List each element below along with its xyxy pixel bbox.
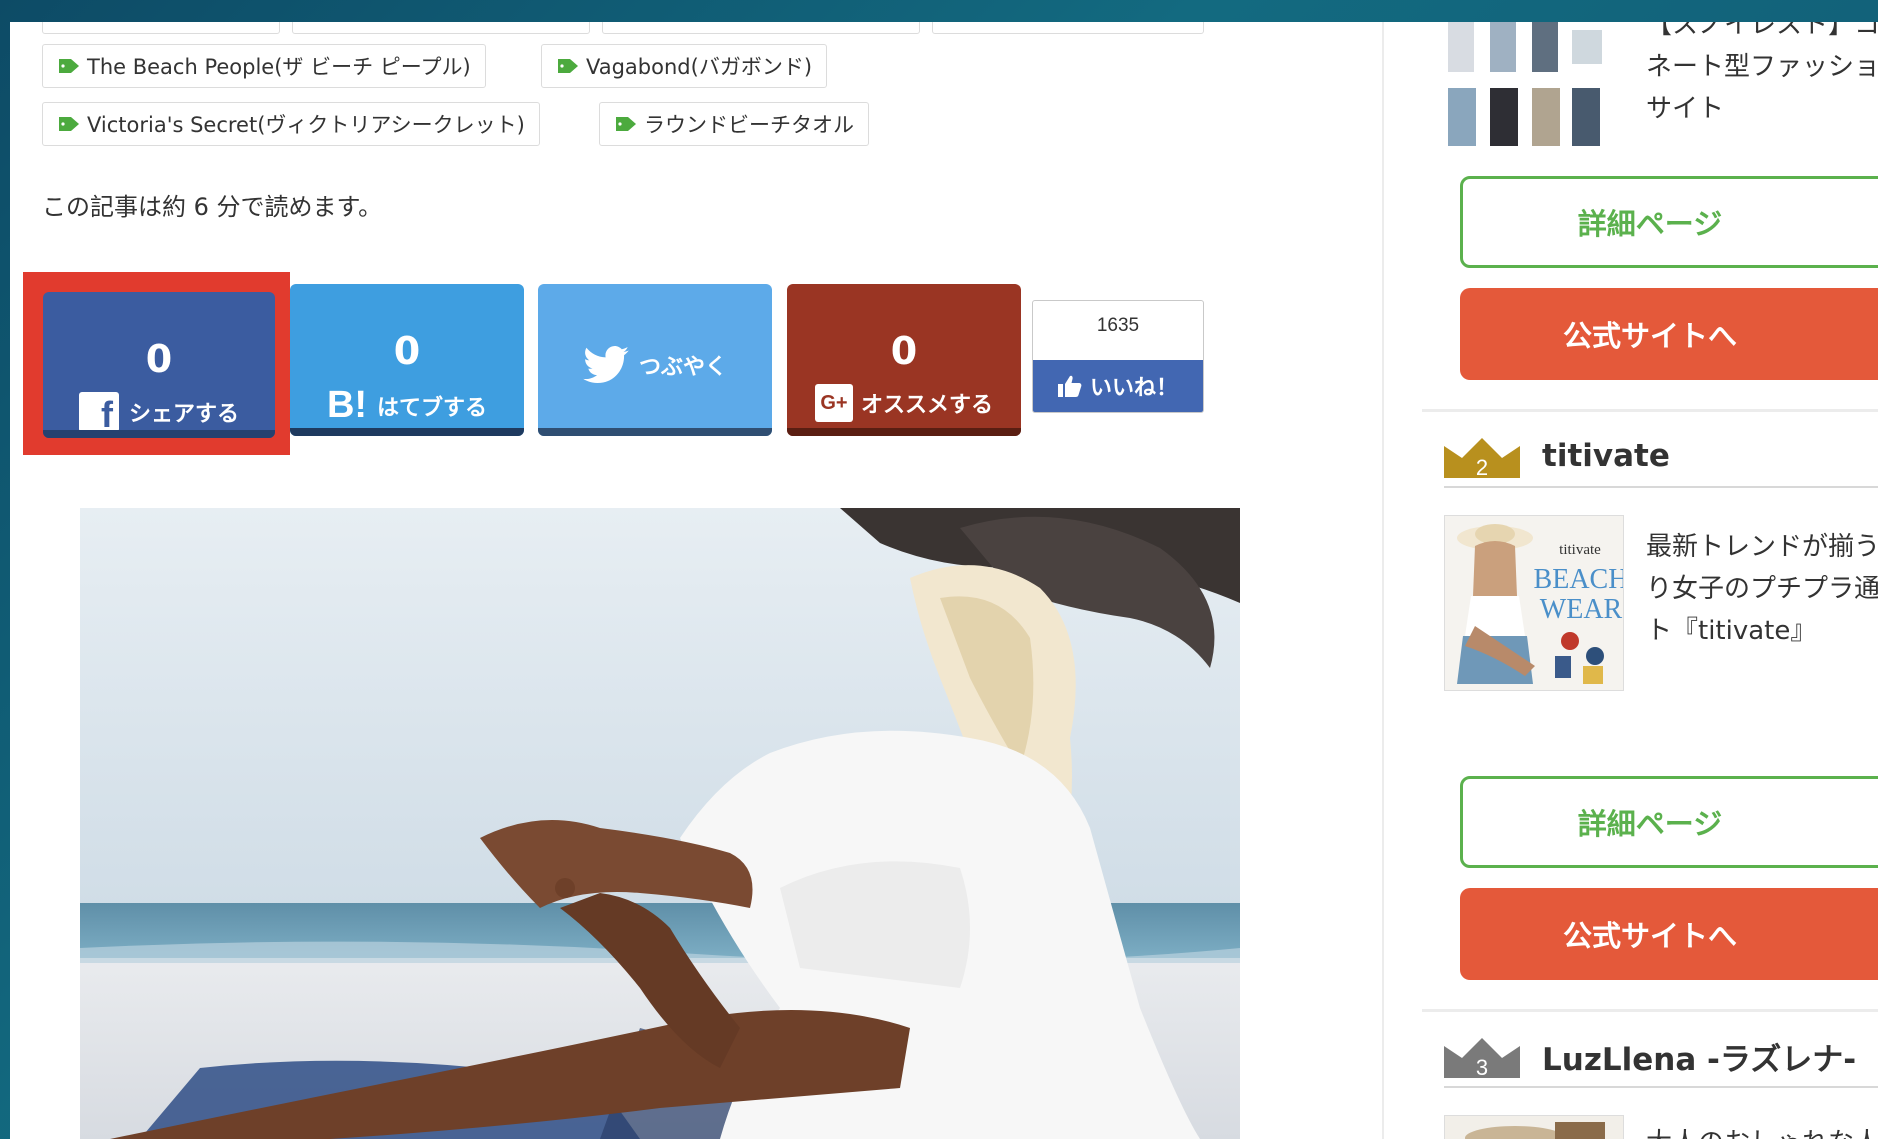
item-separator xyxy=(1422,1009,1878,1012)
share-count: 0 xyxy=(393,329,421,373)
share-count: 0 xyxy=(145,337,173,381)
tag-icon xyxy=(616,117,636,131)
product-thumbnail[interactable] xyxy=(1444,22,1624,152)
read-time: この記事は約 6 分で読めます。 xyxy=(42,193,383,221)
product-description: 大人のおしゃれな人 xyxy=(1646,1122,1878,1139)
share-label: シェアする xyxy=(128,402,239,427)
crown-rank-3-icon: 3 xyxy=(1444,1038,1520,1080)
thumb-brand: titivate xyxy=(1559,542,1601,558)
facebook-like-widget[interactable]: 1635 いいね！ xyxy=(1032,300,1204,413)
product-thumbnail[interactable]: titivate BEACH WEAR xyxy=(1444,515,1624,691)
twitter-tweet-button[interactable]: つぶやく xyxy=(538,284,772,436)
official-site-button[interactable]: 公式サイトへ xyxy=(1460,888,1878,980)
like-count: 1635 xyxy=(1096,315,1140,336)
share-label: はてブする xyxy=(377,395,488,421)
detail-page-button[interactable]: 詳細ページ xyxy=(1460,176,1878,268)
tag-link[interactable] xyxy=(42,22,280,34)
facebook-share-button[interactable]: 0 f シェアする xyxy=(43,292,275,438)
tag-link[interactable] xyxy=(932,22,1204,34)
tag-icon xyxy=(59,117,79,131)
tag-label: Victoria's Secret(ヴィクトリアシークレット) xyxy=(87,113,525,137)
thumbs-up-icon xyxy=(1057,375,1082,397)
detail-page-button[interactable]: 詳細ページ xyxy=(1460,776,1878,868)
product-name[interactable]: LuzLlena -ラズレナ- xyxy=(1542,1034,1856,1079)
google-plus-button[interactable]: 0 G+ オススメする xyxy=(787,284,1021,436)
tag-icon xyxy=(59,59,79,73)
facebook-icon: f xyxy=(78,392,119,435)
tag-link[interactable] xyxy=(602,22,920,34)
tag-label: Vagabond(バガボンド) xyxy=(586,55,813,79)
hatena-bookmark-icon: B! xyxy=(326,384,368,426)
article-hero-image xyxy=(80,508,1240,1139)
crown-rank-2-icon: 2 xyxy=(1444,438,1520,480)
tag-victorias-secret[interactable]: Victoria's Secret(ヴィクトリアシークレット) xyxy=(42,102,540,146)
google-plus-icon: G+ xyxy=(814,384,853,422)
rank-number: 2 xyxy=(1476,455,1488,480)
like-label: いいね！ xyxy=(1089,376,1178,401)
browser-viewport: The Beach People(ザ ビーチ ピープル) Vagabond(バガ… xyxy=(10,22,1878,1139)
tag-the-beach-people[interactable]: The Beach People(ザ ビーチ ピープル) xyxy=(42,44,486,88)
rank-number: 3 xyxy=(1476,1055,1488,1080)
rank-heading: 3 LuzLlena -ラズレナ- xyxy=(1444,1026,1856,1086)
article-main: The Beach People(ザ ビーチ ピープル) Vagabond(バガ… xyxy=(10,22,1380,1139)
rank-heading: 2 titivate xyxy=(1444,426,1670,486)
product-name[interactable]: titivate xyxy=(1542,438,1670,474)
tag-vagabond[interactable]: Vagabond(バガボンド) xyxy=(541,44,828,88)
share-label: オススメする xyxy=(860,393,993,418)
item-separator xyxy=(1422,409,1878,412)
share-label: つぶやく xyxy=(638,355,727,380)
product-thumbnail[interactable] xyxy=(1444,1115,1624,1139)
ranking-sidebar: 【スノイレスト】コ ネート型ファッショ サイト 詳細ページ 公式サイトへ 2 t… xyxy=(1408,22,1878,1139)
tag-round-beach-towel[interactable]: ラウンドビーチタオル xyxy=(599,102,869,146)
tag-label: The Beach People(ザ ビーチ ピープル) xyxy=(87,55,471,79)
tag-icon xyxy=(558,59,578,73)
hatena-bookmark-button[interactable]: 0 B! はてブする xyxy=(290,284,524,436)
product-description: 最新トレンドが揃う り女子のプチプラ通 ト『titivate』 xyxy=(1646,532,1878,646)
share-count: 0 xyxy=(890,329,918,373)
tag-label: ラウンドビーチタオル xyxy=(644,113,854,137)
official-site-button[interactable]: 公式サイトへ xyxy=(1460,288,1878,380)
thumb-text: WEAR xyxy=(1540,594,1623,625)
like-button[interactable]: いいね！ xyxy=(1033,360,1203,412)
product-description: 【スノイレスト】コ ネート型ファッショ サイト xyxy=(1646,22,1878,124)
twitter-bird-icon xyxy=(583,346,629,384)
tag-link[interactable] xyxy=(292,22,590,34)
thumb-text: BEACH xyxy=(1534,564,1624,595)
column-divider xyxy=(1382,22,1384,1139)
